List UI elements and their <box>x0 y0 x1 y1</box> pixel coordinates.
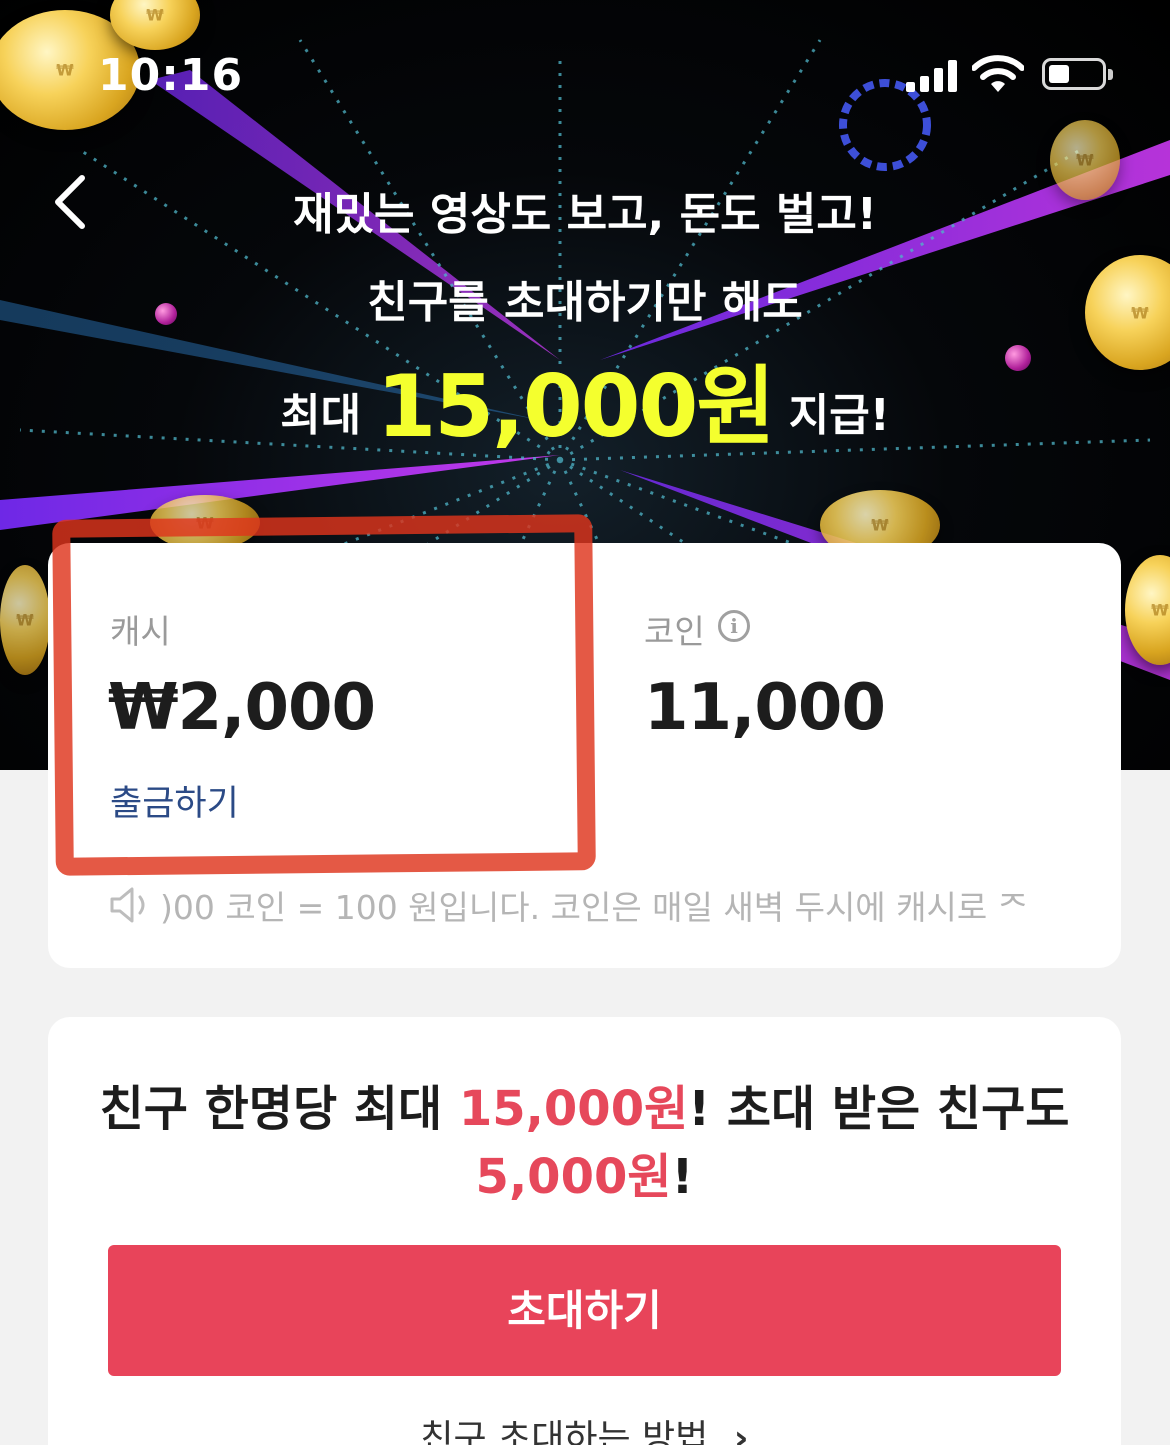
coin-value: 11,000 <box>644 671 886 745</box>
banner-headline-2: 친구를 초대하기만 해도 <box>367 277 803 328</box>
wifi-icon <box>972 55 1024 92</box>
invite-button[interactable]: 초대하기 <box>108 1245 1061 1376</box>
invite-card: 친구 한명당 최대 15,000원! 초대 받은 친구도 5,000원! 초대하… <box>48 1017 1121 1445</box>
coin-notice-marquee: )00 코인 = 100 원입니다. 코인은 매일 새벽 두시에 캐시로 ᄌ <box>160 888 1029 927</box>
banner-headline-3-prefix: 최대 <box>280 390 377 441</box>
battery-icon <box>1042 58 1113 90</box>
banner-reward-amount: 15,000원 <box>376 357 775 457</box>
highlight-annotation <box>52 514 596 876</box>
coin-icon <box>0 565 50 675</box>
invite-text-c: ! <box>671 1149 694 1205</box>
info-icon[interactable]: i <box>718 610 750 642</box>
how-to-invite-link[interactable]: 친구 초대하는 방법 › <box>48 1409 1121 1445</box>
banner-headline-1: 재밌는 영상도 보고, 돈도 벌고! <box>293 189 877 240</box>
banner-headline-3-suffix: 지급! <box>773 390 890 441</box>
invite-description: 친구 한명당 최대 15,000원! 초대 받은 친구도 5,000원! <box>48 1075 1121 1211</box>
chevron-right-icon: › <box>733 1418 749 1445</box>
speaker-icon <box>110 887 145 923</box>
invite-text-a: 친구 한명당 최대 <box>99 1081 459 1137</box>
status-time: 10:16 <box>98 50 244 101</box>
coin-label: 코인 <box>644 612 705 651</box>
how-to-invite-label: 친구 초대하는 방법 <box>420 1418 709 1445</box>
signal-icon <box>906 58 960 92</box>
banner-headline-3: 최대 15,000원 지급! <box>0 336 1170 461</box>
invite-amount-a: 15,000원 <box>458 1081 689 1137</box>
invite-amount-b: 5,000원 <box>475 1149 672 1205</box>
invite-text-b: ! 초대 받은 친구도 <box>688 1081 1070 1137</box>
